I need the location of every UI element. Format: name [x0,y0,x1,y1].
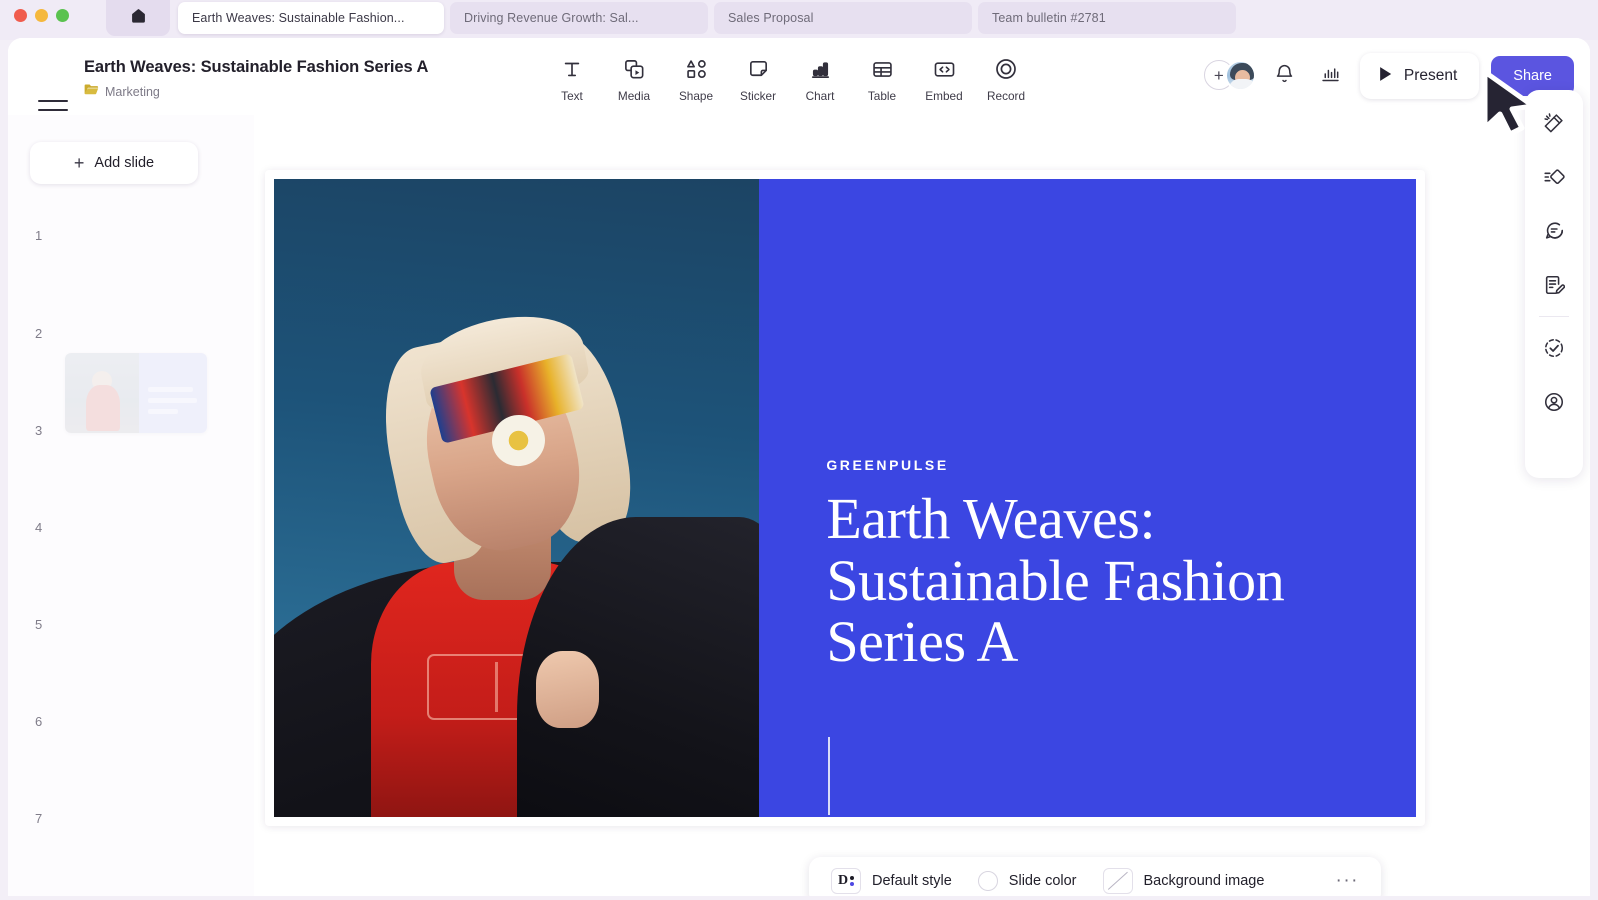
person-icon[interactable] [1527,375,1581,429]
breadcrumb-label: Marketing [105,85,160,99]
slide-thumbnail[interactable] [65,353,207,433]
slide-number[interactable]: 1 [35,228,42,243]
chart-icon [809,56,832,82]
slide-photo[interactable] [274,179,760,817]
style-chip-icon: D [831,868,861,894]
app-window: Earth Weaves: Sustainable Fashion Series… [8,38,1590,896]
close-window-button[interactable] [14,9,27,22]
comment-icon[interactable] [1527,204,1581,258]
sticker-icon [747,56,770,82]
background-image-button[interactable]: Background image [1102,868,1265,894]
slide-number[interactable]: 7 [35,811,42,826]
analytics-icon [1320,63,1341,89]
default-style-button[interactable]: D Default style [831,868,952,894]
play-icon [1378,66,1393,87]
maximize-window-button[interactable] [56,9,69,22]
animation-icon[interactable] [1527,150,1581,204]
browser-chrome: Earth Weaves: Sustainable Fashion... Dri… [0,0,1598,40]
slide-navigator: + Add slide 1 2 3 4 5 6 7 [8,115,254,896]
record-icon [994,56,1018,82]
woman-in-sunglasses-photo [274,179,760,817]
present-label: Present [1403,67,1458,84]
slide-color-button[interactable]: Slide color [977,871,1077,891]
browser-tab-3[interactable]: Team bulletin #2781 [978,2,1236,34]
background-image-label: Background image [1143,873,1265,889]
breadcrumb[interactable]: Marketing [84,83,160,101]
tool-record[interactable]: Record [975,56,1037,103]
tool-embed[interactable]: Embed [913,56,975,103]
slide-number[interactable]: 5 [35,617,42,632]
app-root: Earth Weaves: Sustainable Fashion... Dri… [0,0,1598,900]
window-traffic-lights [14,9,69,22]
browser-tab-strip: Earth Weaves: Sustainable Fashion... Dri… [178,2,1236,34]
media-icon [623,56,646,82]
magic-wand-icon[interactable] [1527,96,1581,150]
tool-label: Text [561,89,583,103]
tool-label: Record [986,89,1026,103]
color-circle-icon [977,871,998,891]
slide-canvas-area: GREENPULSE Earth Weaves: Sustainable Fas… [254,115,1590,896]
slide-number[interactable]: 3 [35,423,42,438]
table-icon [871,56,894,82]
app-header: Earth Weaves: Sustainable Fashion Series… [8,38,1590,120]
collaborators: + [1203,60,1262,92]
notes-icon[interactable] [1527,258,1581,312]
insert-toolbar: Text Media Shape Sticker Chart Table Emb… [541,56,1037,103]
slide-frame[interactable]: GREENPULSE Earth Weaves: Sustainable Fas… [265,170,1425,826]
slide-style-toolbar: D Default style Slide color Background i… [809,857,1381,896]
present-button[interactable]: Present [1359,53,1480,99]
slide-number-column: 1 2 3 4 5 6 7 [8,115,254,896]
browser-tab-1[interactable]: Driving Revenue Growth: Sal... [450,2,708,34]
analytics-button[interactable] [1308,53,1354,99]
home-icon [130,7,147,29]
shape-icon [685,56,708,82]
tool-sticker[interactable]: Sticker [727,56,789,103]
tool-label: Sticker [739,89,777,103]
rail-divider [1539,316,1569,317]
tool-label: Embed [925,89,963,103]
browser-tab-2[interactable]: Sales Proposal [714,2,972,34]
page-title: Earth Weaves: Sustainable Fashion Series… [84,58,429,76]
bell-icon [1274,63,1295,89]
style-letter: D [837,873,849,888]
avatar[interactable] [1224,60,1256,91]
tool-label: Table [867,89,897,103]
tool-table[interactable]: Table [851,56,913,103]
slide-color-label: Slide color [1008,873,1077,889]
tool-label: Media [617,89,651,103]
more-options-button[interactable]: ··· [1336,872,1359,890]
default-style-label: Default style [872,873,952,889]
slide-number[interactable]: 2 [35,326,42,341]
folder-icon [84,83,99,101]
browser-tab-0[interactable]: Earth Weaves: Sustainable Fashion... [178,2,444,34]
tool-chart[interactable]: Chart [789,56,851,103]
thumbnail-text-panel [138,353,207,433]
text-icon [561,56,583,82]
right-sidebar [1525,90,1583,478]
tool-label: Chart [805,89,835,103]
slide-title[interactable]: Earth Weaves: Sustainable Fashion Series… [826,488,1364,673]
embed-icon [933,56,956,82]
notifications-button[interactable] [1262,53,1308,99]
tasks-icon[interactable] [1527,321,1581,375]
background-image-icon [1102,868,1133,894]
slide-1[interactable]: GREENPULSE Earth Weaves: Sustainable Fas… [274,179,1416,817]
tool-shape[interactable]: Shape [665,56,727,103]
minimize-window-button[interactable] [35,9,48,22]
slide-number[interactable]: 4 [35,520,42,535]
slide-number[interactable]: 6 [35,714,42,729]
tool-text[interactable]: Text [541,56,603,103]
home-tab-button[interactable] [106,0,170,36]
slide-kicker[interactable]: GREENPULSE [826,457,948,473]
slide-text-panel[interactable]: GREENPULSE Earth Weaves: Sustainable Fas… [759,179,1416,817]
header-actions: + Present Share [1203,52,1574,100]
tool-media[interactable]: Media [603,56,665,103]
thumbnail-photo [65,353,139,433]
tool-label: Shape [678,89,714,103]
accent-rule [827,737,830,816]
